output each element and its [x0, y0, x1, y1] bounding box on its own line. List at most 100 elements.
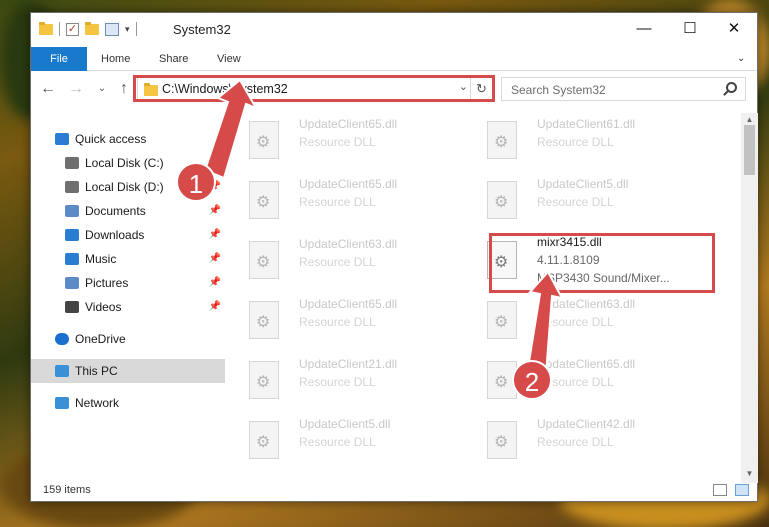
- sidebar-item-label: Downloads: [85, 228, 145, 242]
- sidebar-item-label: OneDrive: [75, 332, 126, 346]
- tab-home[interactable]: Home: [101, 47, 130, 71]
- search-placeholder: Search System32: [511, 83, 606, 97]
- customize-toolbar-icon[interactable]: ▾: [125, 24, 130, 35]
- computer-icon: [55, 365, 69, 377]
- file-item[interactable]: UpdateClient65.dllResource DLL: [233, 173, 463, 229]
- file-type: Resource DLL: [299, 255, 376, 269]
- sidebar-item-documents[interactable]: Documents 📌: [31, 199, 225, 223]
- quick-access-toolbar: ✓ ▾: [39, 21, 137, 36]
- cloud-icon: [55, 333, 69, 345]
- file-type: Resource DLL: [537, 135, 614, 149]
- sidebar-item-this-pc[interactable]: This PC: [31, 359, 225, 383]
- pin-icon[interactable]: 📌: [209, 199, 221, 223]
- pin-icon[interactable]: 📌: [209, 271, 221, 295]
- status-bar: 159 items: [31, 481, 757, 501]
- properties-icon[interactable]: [105, 22, 119, 36]
- file-item[interactable]: UpdateClient65.dllResource DLL: [471, 353, 701, 409]
- dll-file-icon: [249, 421, 279, 459]
- file-name: UpdateClient65.dll: [299, 117, 398, 131]
- sidebar-item-quick-access[interactable]: Quick access: [31, 127, 225, 151]
- tab-share[interactable]: Share: [159, 47, 188, 71]
- search-icon[interactable]: [726, 82, 737, 93]
- file-name: UpdateClient42.dll: [537, 417, 636, 431]
- window-title: System32: [173, 22, 231, 37]
- file-item[interactable]: UpdateClient42.dll Resource DLL: [471, 413, 701, 469]
- file-name: UpdateClient63.dll: [299, 237, 398, 251]
- dll-file-icon: [487, 121, 517, 159]
- file-name: UpdateClient21.dll: [299, 357, 398, 371]
- file-type: Resource DLL: [299, 195, 376, 209]
- step-marker-1: 1: [176, 162, 216, 202]
- sidebar-item-label: Local Disk (D:): [85, 180, 164, 194]
- file-type: Resource DLL: [537, 195, 614, 209]
- folder-icon[interactable]: [39, 21, 53, 35]
- file-item[interactable]: UpdateClient61.dll Resource DLL: [471, 113, 701, 169]
- minimize-button[interactable]: —: [621, 13, 667, 45]
- file-item[interactable]: UpdateClient5.dll Resource DLL: [233, 413, 463, 469]
- dll-file-icon: [487, 421, 517, 459]
- ribbon-tabs: File Home Share View ⌄: [31, 47, 757, 71]
- back-button[interactable]: ←: [39, 79, 57, 99]
- network-icon: [55, 397, 69, 409]
- scrollbar-thumb[interactable]: [744, 125, 755, 175]
- close-button[interactable]: ✕: [711, 13, 757, 45]
- file-item[interactable]: UpdateClient65.dllResource DLL: [233, 113, 463, 169]
- toolbar-divider: [59, 22, 60, 36]
- file-name: UpdateClient65.dll: [299, 297, 398, 311]
- dll-file-icon: [249, 121, 279, 159]
- file-name: UpdateClient63.dll: [537, 297, 636, 311]
- dll-file-icon: [487, 301, 517, 339]
- pin-icon[interactable]: 📌: [209, 223, 221, 247]
- sidebar-item-music[interactable]: Music 📌: [31, 247, 225, 271]
- file-list: UpdateClient65.dllResource DLLUpdateClie…: [233, 113, 743, 483]
- up-button[interactable]: ↑: [115, 79, 133, 99]
- sidebar-item-label: Network: [75, 396, 120, 410]
- sidebar-item-label: Videos: [85, 300, 122, 314]
- file-item[interactable]: UpdateClient65.dll Resource DLL: [233, 293, 463, 349]
- properties-check-icon[interactable]: ✓: [66, 22, 79, 36]
- dll-file-icon: [249, 241, 279, 279]
- dll-file-icon: [249, 181, 279, 219]
- file-item[interactable]: UpdateClient5.dll Resource DLL: [471, 173, 701, 229]
- file-type: Resource DLL: [299, 315, 376, 329]
- sidebar-item-videos[interactable]: Videos 📌: [31, 295, 225, 319]
- videos-icon: [65, 301, 79, 313]
- music-icon: [65, 253, 79, 265]
- step-marker-2: 2: [512, 360, 552, 400]
- file-item[interactable]: UpdateClient63.dll Resource DLL: [471, 293, 701, 349]
- title-bar: ✓ ▾ System32 — ☐ ✕: [31, 13, 757, 45]
- search-input[interactable]: Search System32: [501, 77, 746, 101]
- tab-view[interactable]: View: [217, 47, 241, 71]
- details-view-icon[interactable]: [713, 484, 727, 496]
- recent-locations-button[interactable]: ⌄: [93, 79, 111, 99]
- file-name: UpdateClient5.dll: [299, 417, 391, 431]
- pin-icon[interactable]: 📌: [209, 295, 221, 319]
- file-name: UpdateClient5.dll: [537, 177, 629, 191]
- file-highlight-box: [489, 233, 715, 293]
- sidebar-item-pictures[interactable]: Pictures 📌: [31, 271, 225, 295]
- sidebar-item-network[interactable]: Network: [31, 391, 225, 415]
- large-icons-view-icon[interactable]: [735, 484, 749, 496]
- scroll-down-icon[interactable]: ▼: [741, 469, 758, 478]
- vertical-scrollbar[interactable]: ▲ ▼: [741, 113, 758, 483]
- sidebar-item-label: Music: [85, 252, 117, 266]
- drive-icon: [65, 181, 79, 193]
- sidebar-item-label: Local Disk (C:): [85, 156, 164, 170]
- forward-button[interactable]: →: [67, 79, 85, 99]
- file-type: Resource DLL: [299, 375, 376, 389]
- file-item[interactable]: UpdateClient21.dll Resource DLL: [233, 353, 463, 409]
- tab-file[interactable]: File: [31, 47, 87, 71]
- explorer-window: ✓ ▾ System32 — ☐ ✕ File Home Share View …: [30, 12, 758, 502]
- scroll-up-icon[interactable]: ▲: [741, 115, 758, 124]
- file-name: UpdateClient61.dll: [537, 117, 636, 131]
- sidebar-item-downloads[interactable]: Downloads 📌: [31, 223, 225, 247]
- sidebar-item-label: This PC: [75, 364, 118, 378]
- pin-icon[interactable]: 📌: [209, 247, 221, 271]
- star-icon: [55, 133, 69, 145]
- expand-ribbon-icon[interactable]: ⌄: [737, 47, 745, 71]
- file-item[interactable]: UpdateClient63.dll Resource DLL: [233, 233, 463, 289]
- file-type: Resource DLL: [299, 435, 376, 449]
- new-folder-icon[interactable]: [85, 21, 99, 35]
- sidebar-item-onedrive[interactable]: OneDrive: [31, 327, 225, 351]
- maximize-button[interactable]: ☐: [667, 13, 713, 45]
